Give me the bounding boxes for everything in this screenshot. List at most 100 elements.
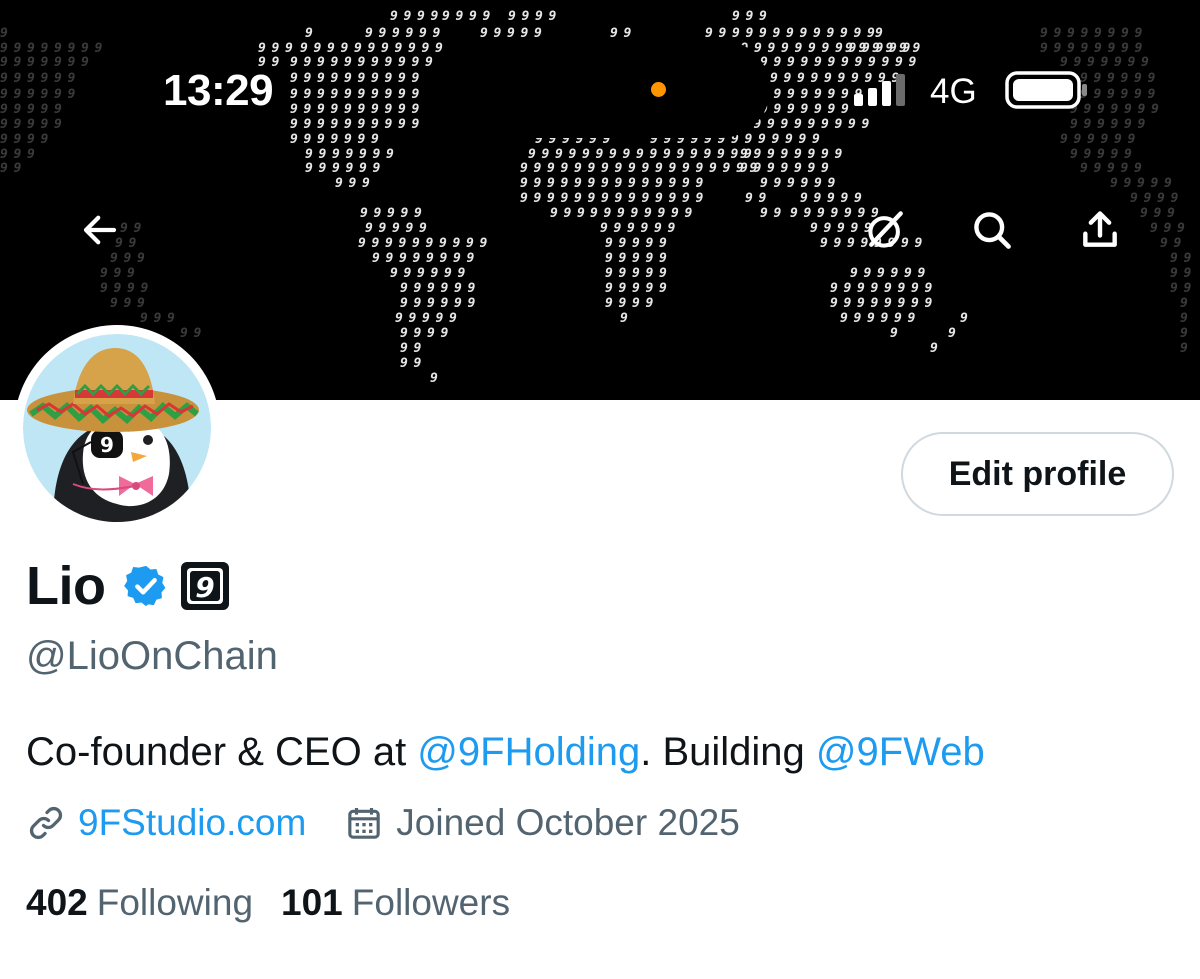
search-button[interactable] (962, 200, 1022, 260)
map-glyph: 9 (790, 206, 798, 221)
map-glyph: 9 (696, 191, 704, 206)
map-glyph: 9 (319, 161, 327, 176)
map-glyph: 9 (1070, 147, 1078, 162)
map-glyph: 9 (41, 41, 49, 56)
map-glyph: 9 (95, 41, 103, 56)
profile-avatar[interactable]: 9 (14, 325, 220, 531)
map-glyph: 9 (494, 26, 502, 41)
website-link[interactable]: 9FStudio.com (78, 802, 306, 844)
followers-count: 101 (281, 882, 343, 923)
map-glyph: 9 (838, 71, 846, 86)
map-glyph: 9 (480, 26, 488, 41)
map-glyph: 9 (732, 26, 740, 41)
map-glyph: 9 (317, 117, 325, 132)
map-glyph: 9 (745, 191, 753, 206)
map-glyph: 9 (577, 206, 585, 221)
map-glyph: 9 (1110, 176, 1118, 191)
map-glyph: 9 (304, 102, 312, 117)
map-glyph: 9 (466, 236, 474, 251)
profile-banner[interactable]: 9999999999999999999999999999999999999999… (0, 0, 1200, 400)
share-button[interactable] (1070, 200, 1130, 260)
map-glyph: 9 (1111, 147, 1119, 162)
map-glyph: 9 (810, 221, 818, 236)
map-glyph: 9 (1094, 161, 1102, 176)
following-stat[interactable]: 402 Following (26, 882, 253, 924)
arrow-left-icon (83, 215, 117, 245)
map-glyph: 9 (814, 87, 822, 102)
map-glyph: 9 (1135, 41, 1143, 56)
map-glyph: 9 (619, 266, 627, 281)
map-glyph: 9 (619, 296, 627, 311)
verified-badge-icon[interactable] (123, 563, 169, 609)
map-glyph: 9 (784, 71, 792, 86)
map-glyph: 9 (0, 71, 8, 86)
map-glyph: 9 (68, 87, 76, 102)
map-glyph: 9 (774, 176, 782, 191)
map-glyph: 9 (534, 26, 542, 41)
map-glyph: 9 (344, 55, 352, 70)
map-glyph: 9 (655, 161, 663, 176)
grok-button[interactable] (856, 200, 916, 260)
map-glyph: 9 (542, 147, 550, 162)
map-glyph: 9 (781, 117, 789, 132)
map-glyph: 9 (285, 41, 293, 56)
map-glyph: 9 (27, 71, 35, 86)
map-glyph: 9 (808, 161, 816, 176)
map-glyph: 9 (14, 132, 22, 147)
map-glyph: 9 (642, 191, 650, 206)
map-glyph: 9 (601, 176, 609, 191)
map-glyph: 9 (760, 176, 768, 191)
map-glyph: 9 (365, 221, 373, 236)
calendar-icon (348, 808, 381, 839)
map-glyph: 9 (483, 9, 491, 24)
display-name: Lio (26, 556, 106, 616)
map-glyph: 9 (655, 191, 663, 206)
map-glyph: 9 (422, 311, 430, 326)
map-glyph: 9 (331, 117, 339, 132)
map-glyph: 9 (372, 251, 380, 266)
map-glyph: 9 (1148, 87, 1156, 102)
map-glyph: 9 (704, 147, 712, 162)
edit-profile-button[interactable]: Edit profile (901, 432, 1174, 516)
map-glyph: 9 (930, 341, 938, 356)
map-glyph: 9 (0, 41, 8, 56)
map-glyph: 9 (0, 117, 8, 132)
map-glyph: 9 (619, 236, 627, 251)
map-glyph: 9 (400, 356, 408, 371)
map-glyph: 9 (68, 55, 76, 70)
map-glyph: 9 (1080, 161, 1088, 176)
map-glyph: 9 (385, 71, 393, 86)
map-glyph: 9 (1094, 41, 1102, 56)
map-glyph: 9 (167, 311, 175, 326)
map-glyph: 9 (841, 191, 849, 206)
map-glyph: 9 (412, 55, 420, 70)
map-glyph: 9 (644, 206, 652, 221)
map-glyph: 9 (359, 161, 367, 176)
map-glyph: 9 (0, 147, 8, 162)
back-button[interactable] (70, 200, 130, 260)
map-glyph: 9 (655, 176, 663, 191)
map-glyph: 9 (746, 26, 754, 41)
map-glyph: 9 (0, 55, 8, 70)
map-glyph: 9 (709, 161, 717, 176)
map-glyph: 9 (841, 87, 849, 102)
bio-mention-9fweb[interactable]: @9FWeb (816, 730, 985, 774)
map-glyph: 9 (41, 55, 49, 70)
map-glyph: 9 (642, 176, 650, 191)
followers-stat[interactable]: 101 Followers (281, 882, 510, 924)
map-glyph: 9 (844, 296, 852, 311)
map-glyph: 9 (596, 147, 604, 162)
map-glyph: 9 (758, 132, 766, 147)
bio-mention-9fholding[interactable]: @9FHolding (417, 730, 640, 774)
map-glyph: 9 (390, 9, 398, 24)
map-glyph: 9 (1154, 206, 1162, 221)
map-glyph: 9 (140, 311, 148, 326)
map-glyph: 9 (0, 132, 8, 147)
map-glyph: 9 (1067, 41, 1075, 56)
affiliate-badge-icon[interactable]: 9 (179, 560, 231, 612)
follow-stats: 402 Following 101 Followers (26, 880, 510, 926)
map-glyph: 9 (847, 236, 855, 251)
map-glyph: 9 (400, 341, 408, 356)
map-glyph: 9 (547, 176, 555, 191)
map-glyph: 9 (467, 251, 475, 266)
